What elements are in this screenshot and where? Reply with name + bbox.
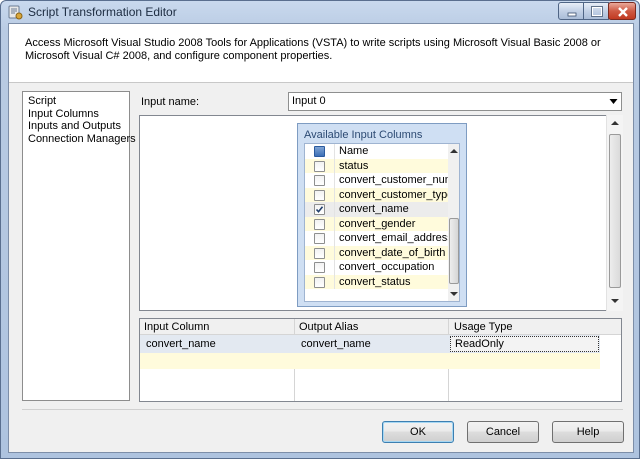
maximize-button[interactable] [583, 2, 609, 20]
cancel-button[interactable]: Cancel [467, 421, 539, 443]
close-button[interactable] [608, 2, 636, 20]
available-columns-list: Name status convert_customer_number conv… [304, 143, 460, 302]
column-name: convert_gender [339, 217, 416, 230]
grid-header: Input Column Output Alias Usage Type [140, 319, 621, 335]
input-name-label: Input name: [141, 96, 200, 108]
checkmark-icon [315, 206, 324, 213]
column-checkbox[interactable] [314, 262, 325, 273]
column-checkbox[interactable] [314, 175, 325, 186]
column-checkbox-checked[interactable] [314, 204, 325, 215]
select-all-checkbox[interactable] [314, 146, 325, 157]
column-separator [334, 202, 335, 217]
window-title: Script Transformation Editor [28, 5, 177, 19]
grid-header-input-column[interactable]: Input Column [144, 321, 209, 333]
input-name-dropdown[interactable]: Input 0 [288, 92, 622, 111]
column-separator [334, 245, 335, 260]
app-icon [7, 4, 23, 20]
scroll-down-icon[interactable] [450, 291, 458, 297]
available-columns-title: Available Input Columns [304, 129, 423, 141]
chevron-down-icon [609, 99, 618, 104]
list-item[interactable]: convert_customer_number [305, 173, 459, 188]
header-band: Access Microsoft Visual Studio 2008 Tool… [9, 24, 633, 83]
list-scrollbar[interactable] [448, 144, 459, 301]
column-name: convert_name [339, 203, 409, 215]
nav-item-connection-managers[interactable]: Connection Managers [28, 133, 136, 146]
new-row[interactable] [140, 353, 600, 369]
list-item[interactable]: convert_status [305, 274, 448, 289]
columns-header-row: Name [305, 144, 448, 159]
column-separator [334, 260, 335, 275]
column-separator [334, 274, 335, 289]
list-item[interactable]: convert_email_address [305, 231, 453, 246]
available-input-columns-panel: Available Input Columns Name status conv… [297, 123, 467, 307]
column-separator [334, 144, 335, 159]
column-separator [334, 187, 335, 202]
scroll-up-icon[interactable] [450, 148, 458, 154]
selected-columns-grid: Input Column Output Alias Usage Type con… [139, 318, 622, 402]
column-checkbox[interactable] [314, 276, 325, 288]
name-column-header: Name [339, 145, 369, 157]
canvas-scrollbar[interactable] [606, 115, 623, 311]
help-button[interactable]: Help [552, 421, 624, 443]
column-name: convert_customer_number [339, 174, 460, 186]
nav-item-script[interactable]: Script [28, 95, 129, 108]
table-row[interactable]: convert_name convert_name ReadOnly [140, 335, 600, 353]
input-columns-canvas: Available Input Columns Name status conv… [139, 115, 622, 311]
minimize-button[interactable] [558, 2, 584, 20]
grid-header-output-alias[interactable]: Output Alias [299, 321, 358, 333]
column-checkbox[interactable] [314, 247, 325, 259]
list-item[interactable]: convert_occupation [305, 260, 448, 275]
canvas-scroll-thumb[interactable] [609, 134, 621, 288]
column-name: status [339, 159, 369, 172]
usage-type-value: ReadOnly [455, 338, 504, 350]
column-name: convert_date_of_birth [339, 246, 446, 259]
nav-item-inputs-and-outputs[interactable]: Inputs and Outputs [28, 120, 129, 133]
column-name: convert_occupation [339, 261, 435, 273]
column-checkbox[interactable] [314, 218, 325, 230]
title-bar[interactable]: Script Transformation Editor [1, 1, 639, 23]
column-separator [334, 158, 335, 173]
dialog-window: Script Transformation Editor Access Micr… [0, 0, 640, 459]
column-checkbox[interactable] [314, 189, 325, 201]
description-text: Access Microsoft Visual Studio 2008 Tool… [25, 37, 601, 62]
list-item[interactable]: convert_gender [305, 216, 448, 231]
list-item[interactable]: convert_date_of_birth [305, 245, 448, 260]
usage-type-cell[interactable]: ReadOnly [450, 336, 599, 352]
list-item[interactable]: convert_customer_type [305, 187, 453, 202]
scroll-up-icon[interactable] [611, 120, 619, 126]
dialog-client-area: Access Microsoft Visual Studio 2008 Tool… [8, 23, 634, 453]
page-navigation-list: Script Input Columns Inputs and Outputs … [22, 91, 136, 401]
column-checkbox[interactable] [314, 160, 325, 172]
column-separator [334, 173, 335, 188]
list-scroll-thumb[interactable] [449, 218, 459, 284]
column-name: convert_customer_type [339, 188, 454, 201]
ok-button[interactable]: OK [382, 421, 454, 443]
list-item[interactable]: convert_name [305, 202, 448, 217]
column-checkbox[interactable] [314, 233, 325, 244]
column-separator [334, 216, 335, 231]
column-name: convert_email_address [339, 232, 453, 244]
input-column-cell[interactable]: convert_name [146, 338, 216, 350]
column-name: convert_status [339, 275, 411, 288]
output-alias-cell[interactable]: convert_name [301, 338, 371, 350]
footer-divider [22, 409, 623, 410]
input-name-value: Input 0 [292, 95, 326, 107]
column-separator [334, 231, 335, 246]
list-item[interactable]: status [305, 158, 448, 173]
scroll-down-icon[interactable] [611, 298, 619, 304]
grid-header-usage-type[interactable]: Usage Type [454, 321, 513, 333]
nav-item-input-columns[interactable]: Input Columns [28, 108, 129, 121]
